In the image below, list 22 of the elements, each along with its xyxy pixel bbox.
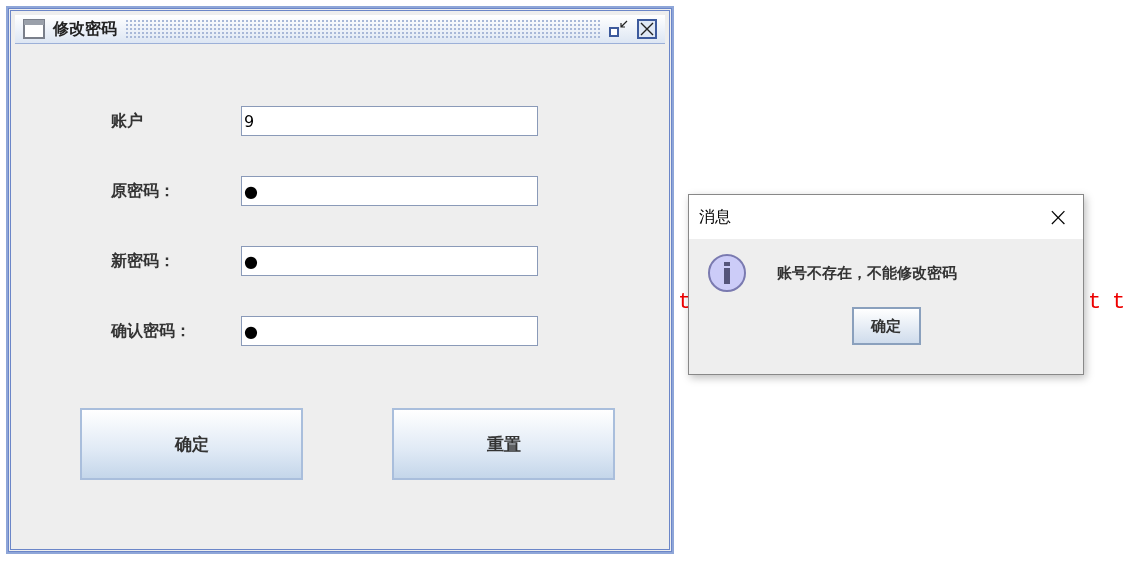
background-text: t xyxy=(1112,292,1126,314)
field-label: 原密码： xyxy=(111,180,176,202)
background-text: t xyxy=(1088,292,1102,314)
input-field[interactable]: ● xyxy=(241,316,538,346)
close-button[interactable]: × xyxy=(1043,204,1073,230)
background-text: t xyxy=(678,292,692,314)
field-label: 新密码： xyxy=(111,250,176,272)
restore-icon[interactable] xyxy=(609,20,629,38)
dialog-title: 消息 xyxy=(699,206,731,228)
info-icon xyxy=(707,253,747,293)
dialog-message: 账号不存在，不能修改密码 xyxy=(777,263,957,283)
input-field[interactable]: ● xyxy=(241,246,538,276)
input-field[interactable]: 9 xyxy=(241,106,538,136)
field-label: 账户 xyxy=(111,110,144,132)
close-icon[interactable] xyxy=(637,19,657,39)
form-button[interactable]: 确定 xyxy=(80,408,303,480)
window-title: 修改密码 xyxy=(53,18,117,40)
field-label: 确认密码： xyxy=(111,320,192,342)
window-icon xyxy=(23,19,45,39)
form-button[interactable]: 重置 xyxy=(392,408,615,480)
ok-button[interactable]: 确定 xyxy=(851,307,921,345)
input-field[interactable]: ● xyxy=(241,176,538,206)
